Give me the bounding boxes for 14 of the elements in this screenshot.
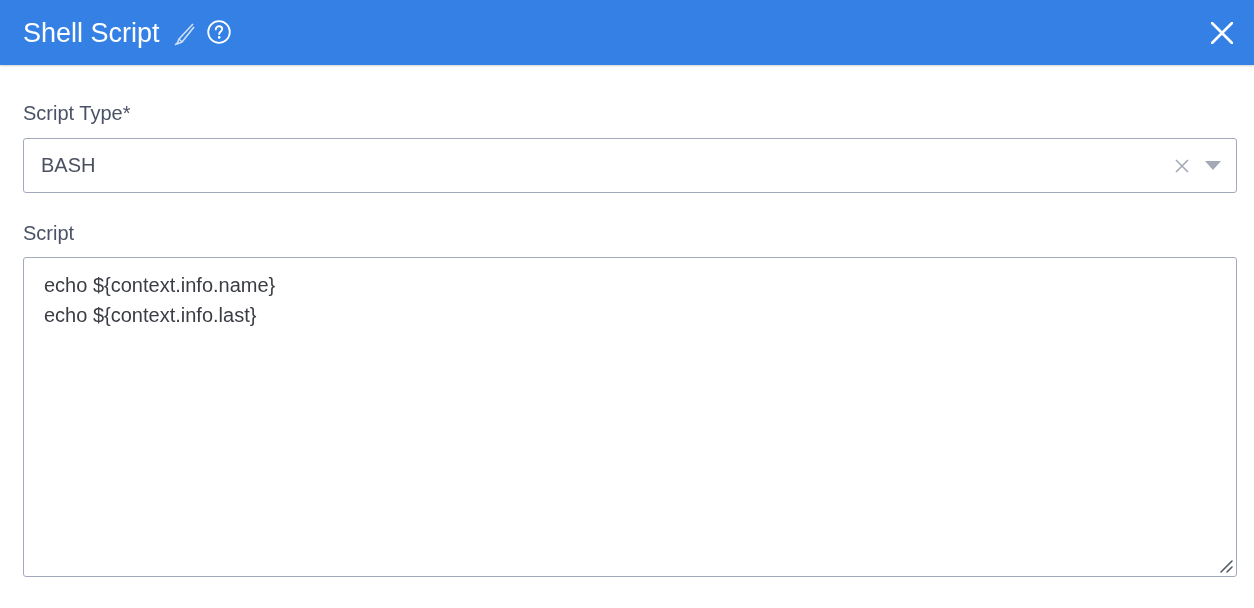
script-type-select[interactable]: BASH: [23, 138, 1237, 193]
close-button[interactable]: [1209, 19, 1235, 46]
field-label: Script: [23, 221, 75, 245]
pencil-icon[interactable]: [172, 21, 195, 46]
field-label: Script Type*: [23, 101, 131, 125]
resize-grip-icon[interactable]: [1219, 559, 1233, 573]
caret-icon[interactable]: [1205, 161, 1221, 170]
dialog-title: Shell Script: [23, 16, 160, 49]
code-line: echo ${context.info.last}: [44, 303, 257, 328]
code-line: echo ${context.info.name}: [44, 273, 276, 298]
close-icon: [1211, 21, 1233, 44]
help-icon[interactable]: [206, 19, 231, 44]
clear-icon[interactable]: [1175, 158, 1189, 173]
script-field[interactable]: echo ${context.info.name} echo ${context.info.last}: [23, 257, 1237, 577]
